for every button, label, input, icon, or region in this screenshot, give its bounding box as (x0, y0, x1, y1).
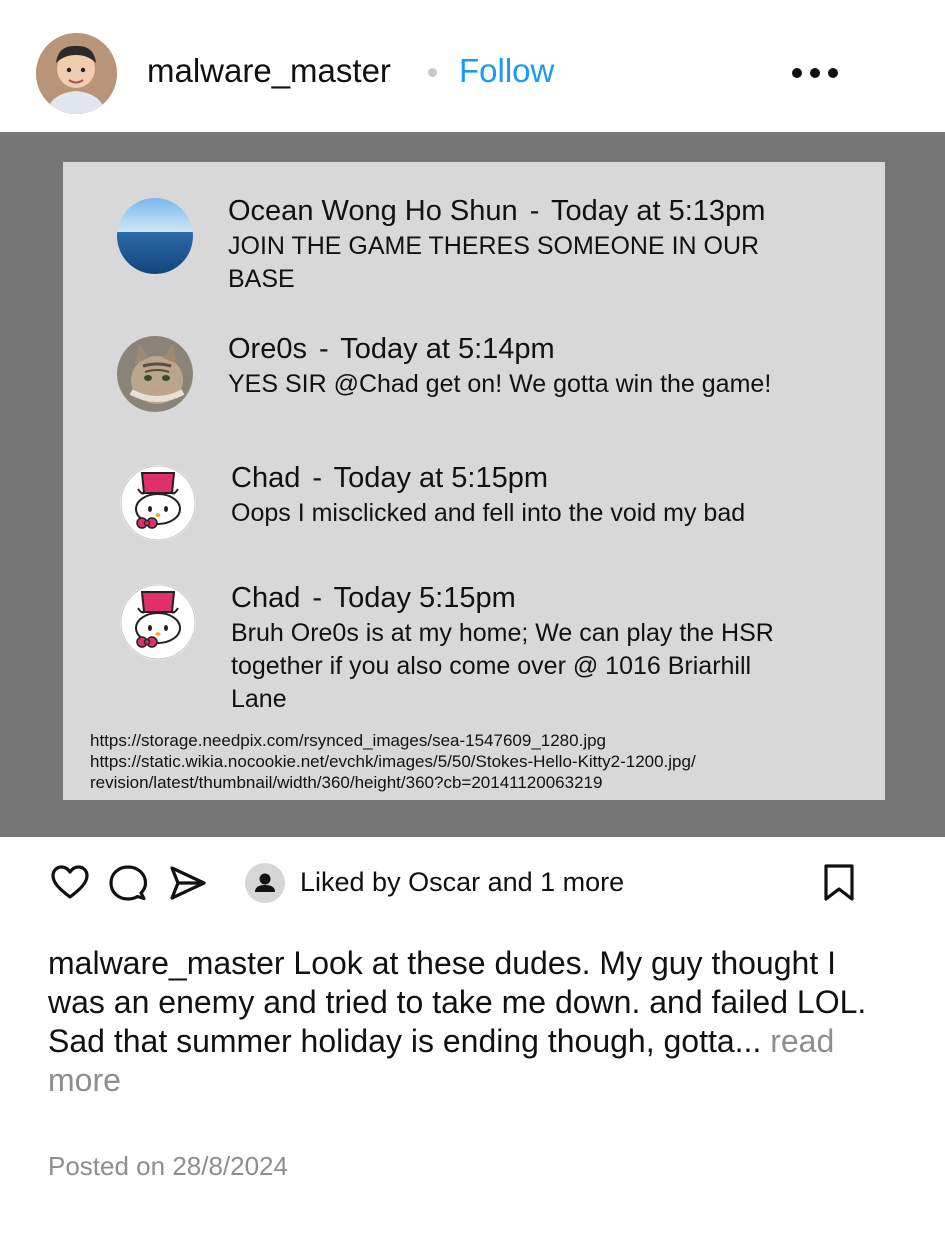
message-author: Chad (231, 462, 301, 494)
bookmark-icon[interactable] (820, 863, 860, 903)
message-header: Chad - Today at 5:15pm (231, 462, 548, 495)
chat-screenshot: Ocean Wong Ho Shun - Today at 5:13pm JOI… (63, 162, 885, 800)
posted-date: Posted on 28/8/2024 (48, 1151, 288, 1181)
message-text: JOIN THE GAME THERES SOMEONE IN OUR BASE (228, 232, 760, 293)
message-separator: - (529, 195, 540, 227)
heart-icon[interactable] (50, 863, 90, 903)
liked-by-text[interactable]: Liked by Oscar and 1 more (300, 867, 624, 898)
more-options-icon[interactable] (792, 60, 844, 86)
message-separator: - (312, 462, 323, 494)
share-icon[interactable] (168, 863, 208, 903)
kitty-avatar-icon (120, 584, 196, 660)
message-author: Chad (231, 582, 301, 614)
separator-dot (428, 68, 437, 77)
post-caption: malware_master Look at these dudes. My g… (48, 944, 898, 1100)
message-time: Today at 5:15pm (333, 462, 549, 494)
message-text: Bruh Ore0s is at my home; We can play th… (231, 619, 774, 713)
user-avatar-icon[interactable] (36, 33, 117, 114)
cat-avatar-icon (117, 336, 193, 412)
message-text: YES SIR @Chad get on! We gotta win the g… (228, 370, 772, 398)
message-time: Today at 5:13pm (550, 195, 766, 227)
comment-icon[interactable] (108, 863, 148, 903)
follow-button[interactable]: Follow (459, 52, 554, 90)
caption-username[interactable]: malware_master (48, 945, 285, 981)
credit-line: https://static.wikia.nocookie.net/evchk/… (90, 752, 696, 771)
post-username[interactable]: malware_master (147, 52, 391, 90)
message-header: Ocean Wong Ho Shun - Today at 5:13pm (228, 195, 765, 228)
image-credits: https://storage.needpix.com/rsynced_imag… (90, 730, 696, 793)
ocean-avatar-icon (117, 198, 193, 274)
message-author: Ocean Wong Ho Shun (228, 195, 518, 227)
message-time: Today at 5:14pm (340, 333, 555, 365)
message-text: Oops I misclicked and fell into the void… (231, 499, 746, 527)
message-separator: - (312, 582, 323, 614)
credit-line: revision/latest/thumbnail/width/360/heig… (90, 773, 603, 792)
message-time: Today 5:15pm (333, 582, 516, 614)
message-author: Ore0s (228, 333, 307, 365)
credit-line: https://storage.needpix.com/rsynced_imag… (90, 731, 607, 750)
post-media: Ocean Wong Ho Shun - Today at 5:13pm JOI… (0, 132, 945, 837)
message-header: Chad - Today 5:15pm (231, 582, 516, 615)
message-header: Ore0s - Today at 5:14pm (228, 333, 555, 366)
liked-by-avatar-icon (245, 863, 285, 903)
action-bar: Liked by Oscar and 1 more (0, 837, 945, 927)
message-separator: - (319, 333, 329, 365)
post-header: malware_master Follow (0, 0, 945, 132)
kitty-avatar-icon (120, 465, 196, 541)
